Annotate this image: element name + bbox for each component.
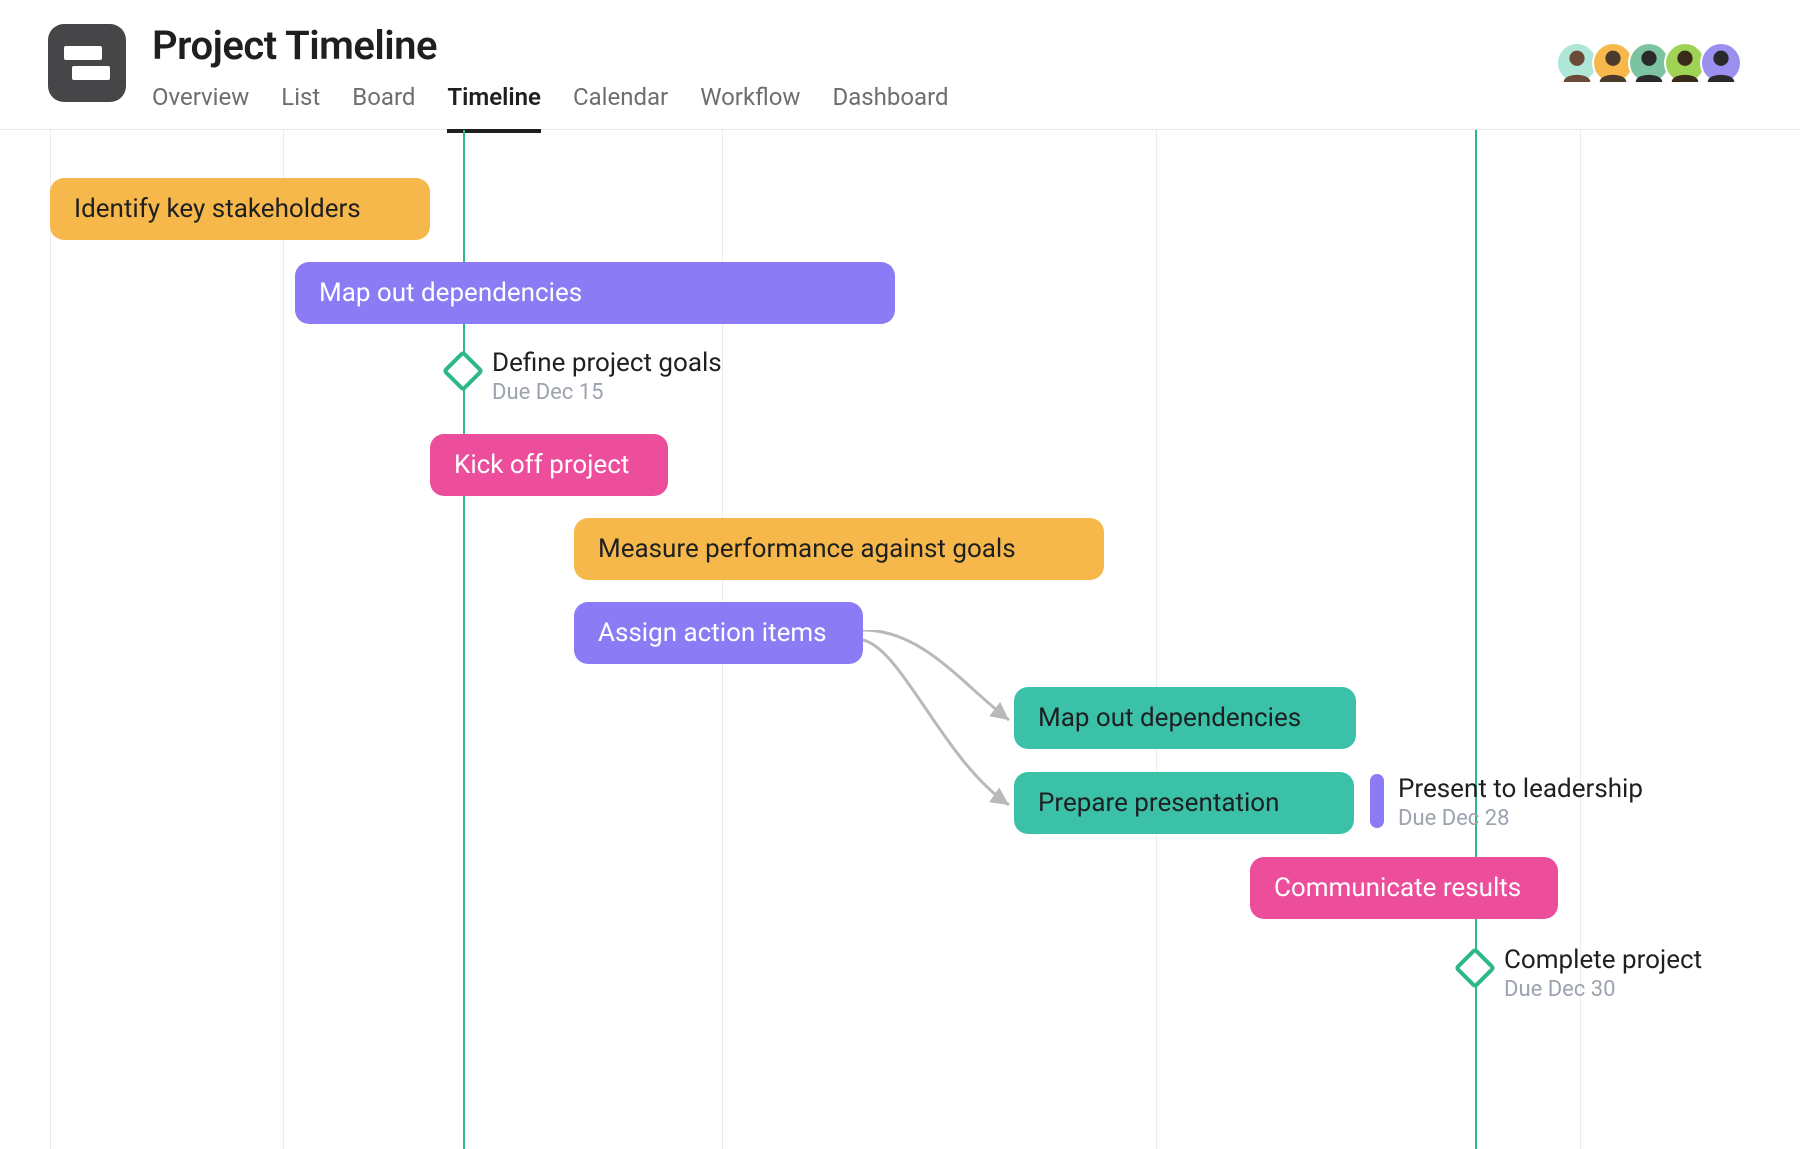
tab-calendar[interactable]: Calendar <box>573 83 668 133</box>
project-icon[interactable] <box>48 24 126 102</box>
task-bar-kickoff[interactable]: Kick off project <box>430 434 668 496</box>
task-bar-map-dependencies-2[interactable]: Map out dependencies <box>1014 687 1356 749</box>
timeline-canvas[interactable]: Identify key stakeholders Map out depend… <box>0 130 1800 1149</box>
milestone-define-goals[interactable]: Define project goals Due Dec 15 <box>448 348 722 405</box>
milestone-due: Due Dec 30 <box>1504 977 1702 1002</box>
milestone-pill-icon <box>1370 774 1384 828</box>
dependency-arrow <box>863 630 1023 830</box>
task-bar-communicate-results[interactable]: Communicate results <box>1250 857 1558 919</box>
avatar[interactable] <box>1700 42 1742 84</box>
milestone-present-leadership[interactable]: Present to leadership Due Dec 28 <box>1370 774 1643 831</box>
tab-timeline[interactable]: Timeline <box>447 83 541 133</box>
task-bar-map-dependencies-1[interactable]: Map out dependencies <box>295 262 895 324</box>
tab-overview[interactable]: Overview <box>152 83 249 133</box>
tab-list[interactable]: List <box>281 83 320 133</box>
milestone-title: Define project goals <box>492 348 722 378</box>
header-left: Project Timeline Overview List Board Tim… <box>48 22 949 133</box>
task-bar-identify-stakeholders[interactable]: Identify key stakeholders <box>50 178 430 240</box>
grid-line <box>283 130 284 1149</box>
grid-line <box>1156 130 1157 1149</box>
tab-board[interactable]: Board <box>352 83 415 133</box>
task-bar-measure-performance[interactable]: Measure performance against goals <box>574 518 1104 580</box>
page-title: Project Timeline <box>152 22 949 69</box>
milestone-due: Due Dec 15 <box>492 380 722 405</box>
task-bar-prepare-presentation[interactable]: Prepare presentation <box>1014 772 1354 834</box>
milestone-title: Present to leadership <box>1398 774 1643 804</box>
avatar-stack[interactable] <box>1562 42 1752 84</box>
task-bar-assign-action-items[interactable]: Assign action items <box>574 602 863 664</box>
tabs: Overview List Board Timeline Calendar Wo… <box>152 83 949 133</box>
tab-workflow[interactable]: Workflow <box>700 83 800 133</box>
milestone-due: Due Dec 28 <box>1398 806 1643 831</box>
header: Project Timeline Overview List Board Tim… <box>0 0 1800 130</box>
milestone-title: Complete project <box>1504 945 1702 975</box>
diamond-icon <box>442 350 484 392</box>
grid-line <box>50 130 51 1149</box>
diamond-icon <box>1454 947 1496 989</box>
milestone-complete-project[interactable]: Complete project Due Dec 30 <box>1460 945 1702 1002</box>
tab-dashboard[interactable]: Dashboard <box>832 83 948 133</box>
